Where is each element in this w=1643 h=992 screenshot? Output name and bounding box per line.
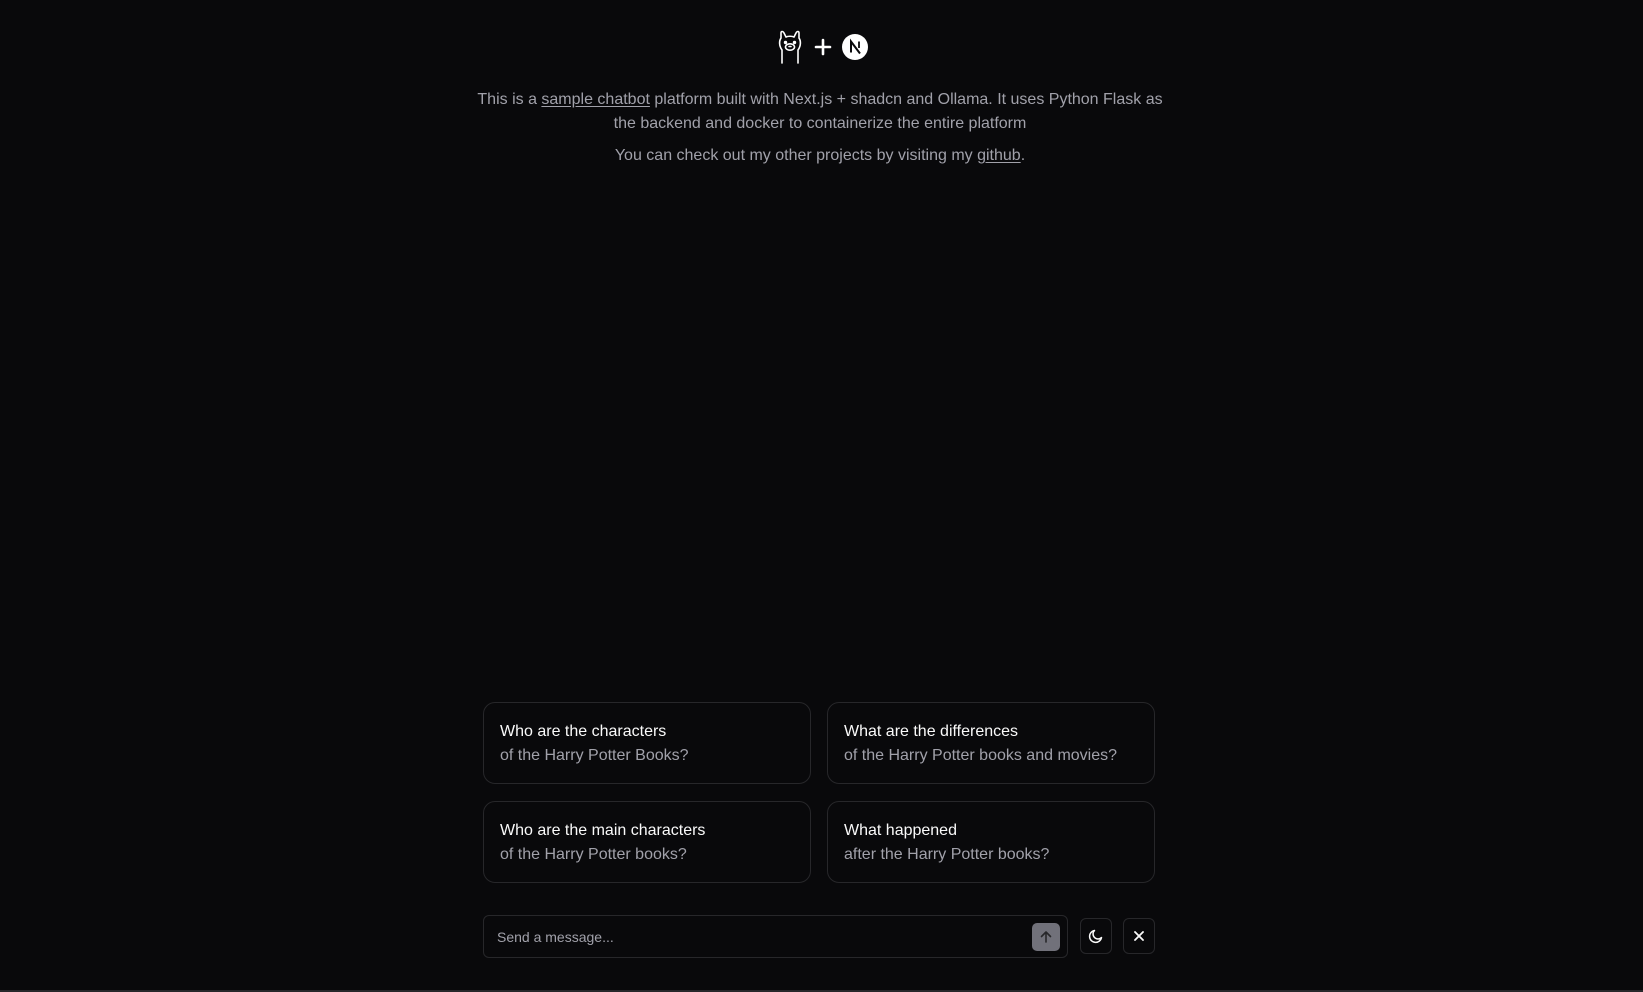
suggestion-title: What happened <box>844 822 957 839</box>
suggestion-title: Who are the characters <box>500 723 667 740</box>
github-paragraph: You can check out my other projects by v… <box>470 144 1170 168</box>
plus-icon <box>814 38 831 56</box>
moon-icon <box>1088 929 1103 944</box>
github-text-prefix: You can check out my other projects by v… <box>614 147 978 164</box>
sample-chatbot-link[interactable]: sample chatbot <box>541 91 650 108</box>
ollama-logo-icon <box>778 30 801 64</box>
theme-toggle-button[interactable] <box>1080 918 1112 954</box>
github-link[interactable]: github <box>977 147 1021 164</box>
suggestion-card[interactable]: What happened after the Harry Potter boo… <box>827 801 1155 883</box>
intro-text-suffix: platform built with Next.js + shadcn and… <box>613 91 1163 132</box>
intro-text: This is a sample chatbot platform built … <box>470 88 1170 168</box>
nextjs-logo-icon <box>841 34 868 60</box>
send-button[interactable] <box>1032 923 1060 951</box>
intro-text-prefix: This is a <box>477 91 542 108</box>
suggestion-subtitle: of the Harry Potter books? <box>500 846 687 863</box>
message-input[interactable] <box>485 917 1005 956</box>
header-logos <box>0 30 1643 64</box>
suggestion-subtitle: of the Harry Potter books and movies? <box>844 747 1118 764</box>
suggestion-card[interactable]: Who are the characters of the Harry Pott… <box>483 702 811 784</box>
close-icon <box>1134 931 1144 941</box>
suggestion-title: Who are the main characters <box>500 822 706 839</box>
chat-page: This is a sample chatbot platform built … <box>0 0 1643 992</box>
suggestion-card[interactable]: Who are the main characters of the Harry… <box>483 801 811 883</box>
github-text-suffix: . <box>1020 147 1026 164</box>
message-composer <box>483 915 1068 958</box>
arrow-up-icon <box>1040 931 1052 943</box>
suggestion-subtitle: of the Harry Potter Books? <box>500 747 689 764</box>
suggestion-title: What are the differences <box>844 723 1019 740</box>
suggestion-card[interactable]: What are the differences of the Harry Po… <box>827 702 1155 784</box>
close-button[interactable] <box>1123 918 1155 954</box>
suggestion-subtitle: after the Harry Potter books? <box>844 846 1050 863</box>
suggestion-grid: Who are the characters of the Harry Pott… <box>483 702 1155 883</box>
intro-paragraph: This is a sample chatbot platform built … <box>470 88 1170 136</box>
